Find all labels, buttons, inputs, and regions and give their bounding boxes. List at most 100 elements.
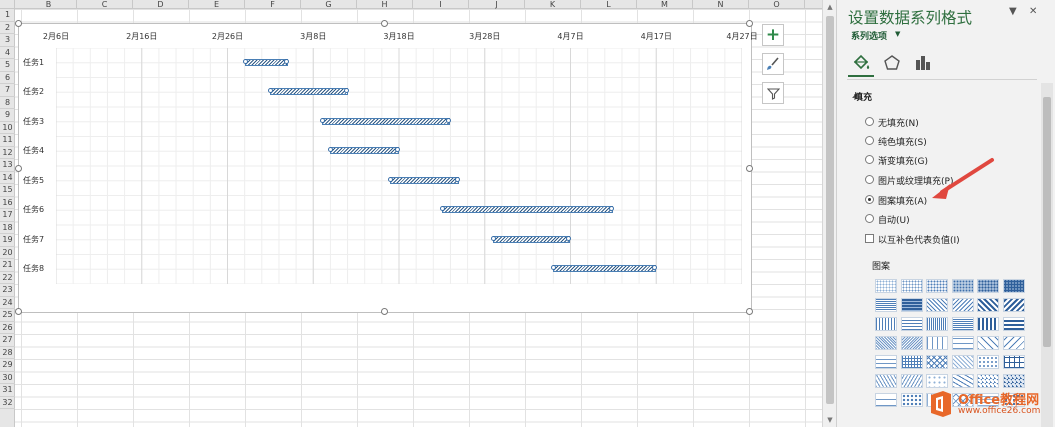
invert-negative-checkbox[interactable] bbox=[865, 234, 874, 243]
bar-start-handle[interactable] bbox=[328, 147, 334, 153]
pattern-swatch[interactable] bbox=[1002, 298, 1025, 312]
row-header[interactable]: 16 bbox=[0, 197, 15, 209]
pane-scroll-thumb[interactable] bbox=[1043, 97, 1051, 347]
bar-start-handle[interactable] bbox=[388, 176, 394, 182]
scroll-thumb[interactable] bbox=[826, 16, 834, 404]
row-header[interactable]: 20 bbox=[0, 247, 15, 259]
chart-resize-handle-tr[interactable] bbox=[746, 20, 753, 27]
pattern-swatch[interactable] bbox=[875, 393, 897, 407]
pattern-swatch[interactable] bbox=[977, 298, 999, 312]
row-header[interactable]: 30 bbox=[0, 372, 15, 384]
gantt-bar[interactable] bbox=[319, 117, 452, 125]
row-header[interactable]: 6 bbox=[0, 72, 15, 84]
pattern-swatch[interactable] bbox=[977, 279, 999, 293]
chart-resize-handle-b[interactable] bbox=[381, 308, 388, 315]
pane-options-icon[interactable]: ▼ bbox=[1009, 6, 1017, 17]
row-header[interactable]: 7 bbox=[0, 84, 15, 97]
row-header[interactable]: 26 bbox=[0, 322, 15, 334]
pattern-swatch[interactable] bbox=[875, 317, 897, 331]
sheet-vertical-scrollbar[interactable]: ▲ ▼ bbox=[822, 0, 836, 427]
pattern-swatch[interactable] bbox=[926, 298, 948, 312]
bar-end-handle[interactable] bbox=[566, 235, 572, 241]
gantt-bar[interactable] bbox=[551, 265, 658, 273]
bar-end-handle[interactable] bbox=[283, 58, 289, 64]
row-header[interactable]: 32 bbox=[0, 397, 15, 409]
bar-start-handle[interactable] bbox=[268, 88, 274, 94]
gantt-bar[interactable] bbox=[328, 147, 400, 155]
chart-resize-handle-r[interactable] bbox=[746, 165, 753, 172]
row-header[interactable]: 24 bbox=[0, 297, 15, 309]
row-header[interactable]: 9 bbox=[0, 109, 15, 122]
pattern-swatch[interactable] bbox=[951, 336, 974, 350]
pattern-swatch[interactable] bbox=[951, 355, 974, 369]
bar-start-handle[interactable] bbox=[319, 117, 325, 123]
column-header[interactable]: C bbox=[77, 0, 133, 9]
column-header[interactable]: E bbox=[189, 0, 245, 9]
bar-end-handle[interactable] bbox=[446, 117, 452, 123]
tab-fill-line[interactable] bbox=[849, 50, 873, 76]
pattern-swatch[interactable] bbox=[900, 393, 923, 407]
bar-end-handle[interactable] bbox=[394, 147, 400, 153]
fill-option-radio[interactable] bbox=[865, 155, 874, 164]
series-options-dropdown[interactable]: 系列选项 bbox=[851, 29, 887, 42]
row-header[interactable]: 17 bbox=[0, 209, 15, 222]
pattern-swatch[interactable] bbox=[977, 336, 999, 350]
chart-resize-handle-br[interactable] bbox=[746, 308, 753, 315]
row-header[interactable]: 1 bbox=[0, 9, 15, 22]
chevron-down-icon[interactable]: ▼ bbox=[895, 30, 900, 38]
pattern-swatch[interactable] bbox=[951, 279, 974, 293]
row-header[interactable]: 11 bbox=[0, 134, 15, 147]
column-header[interactable]: B bbox=[21, 0, 77, 9]
bar-start-handle[interactable] bbox=[551, 265, 557, 271]
pattern-swatch[interactable] bbox=[900, 336, 923, 350]
gantt-bar[interactable] bbox=[242, 58, 289, 66]
bar-end-handle[interactable] bbox=[455, 176, 461, 182]
column-header[interactable]: G bbox=[301, 0, 357, 9]
pattern-swatch[interactable] bbox=[1002, 317, 1025, 331]
row-header[interactable]: 29 bbox=[0, 359, 15, 372]
scroll-up-icon[interactable]: ▲ bbox=[823, 0, 837, 14]
bar-start-handle[interactable] bbox=[491, 235, 497, 241]
pattern-swatch[interactable] bbox=[875, 298, 897, 312]
fill-option-radio[interactable] bbox=[865, 136, 874, 145]
column-header[interactable]: N bbox=[693, 0, 749, 9]
gantt-bar[interactable] bbox=[439, 206, 615, 214]
pane-scrollbar[interactable] bbox=[1041, 83, 1053, 427]
chart-styles-button[interactable] bbox=[762, 53, 784, 75]
tab-series-options[interactable] bbox=[911, 50, 935, 76]
column-header[interactable]: F bbox=[245, 0, 301, 9]
pattern-swatch[interactable] bbox=[951, 317, 974, 331]
bar-end-handle[interactable] bbox=[343, 88, 349, 94]
row-header[interactable]: 22 bbox=[0, 272, 15, 284]
chart-elements-button[interactable]: + bbox=[762, 24, 784, 46]
row-header[interactable]: 31 bbox=[0, 384, 15, 397]
pattern-swatch[interactable] bbox=[900, 279, 923, 293]
gantt-bar[interactable] bbox=[268, 88, 349, 96]
tab-effects[interactable] bbox=[880, 50, 904, 76]
pattern-swatch[interactable] bbox=[1002, 336, 1025, 350]
fill-option-label[interactable]: 无填充(N) bbox=[878, 116, 919, 129]
row-header[interactable]: 18 bbox=[0, 222, 15, 234]
row-header[interactable]: 21 bbox=[0, 259, 15, 272]
fill-option-label[interactable]: 自动(U) bbox=[878, 213, 910, 226]
select-all-corner[interactable] bbox=[0, 0, 15, 9]
chart-resize-handle-tl[interactable] bbox=[15, 20, 22, 27]
pattern-swatch[interactable] bbox=[926, 355, 948, 369]
fill-option-radio[interactable] bbox=[865, 175, 874, 184]
pattern-swatch[interactable] bbox=[875, 336, 897, 350]
pattern-swatch[interactable] bbox=[977, 355, 999, 369]
row-header[interactable]: 12 bbox=[0, 147, 15, 159]
chart-resize-handle-bl[interactable] bbox=[15, 308, 22, 315]
row-header[interactable]: 2 bbox=[0, 22, 15, 34]
fill-section-header[interactable]: 填充 bbox=[854, 90, 872, 103]
pattern-swatch[interactable] bbox=[900, 374, 923, 388]
row-header[interactable]: 19 bbox=[0, 234, 15, 247]
row-header[interactable]: 13 bbox=[0, 159, 15, 172]
pattern-swatch[interactable] bbox=[1002, 279, 1025, 293]
pattern-swatch[interactable] bbox=[900, 317, 923, 331]
chart-filters-button[interactable] bbox=[762, 82, 784, 104]
column-header[interactable]: K bbox=[525, 0, 581, 9]
row-header[interactable]: 8 bbox=[0, 97, 15, 109]
bar-start-handle[interactable] bbox=[439, 206, 445, 212]
fill-option-radio[interactable] bbox=[865, 214, 874, 223]
